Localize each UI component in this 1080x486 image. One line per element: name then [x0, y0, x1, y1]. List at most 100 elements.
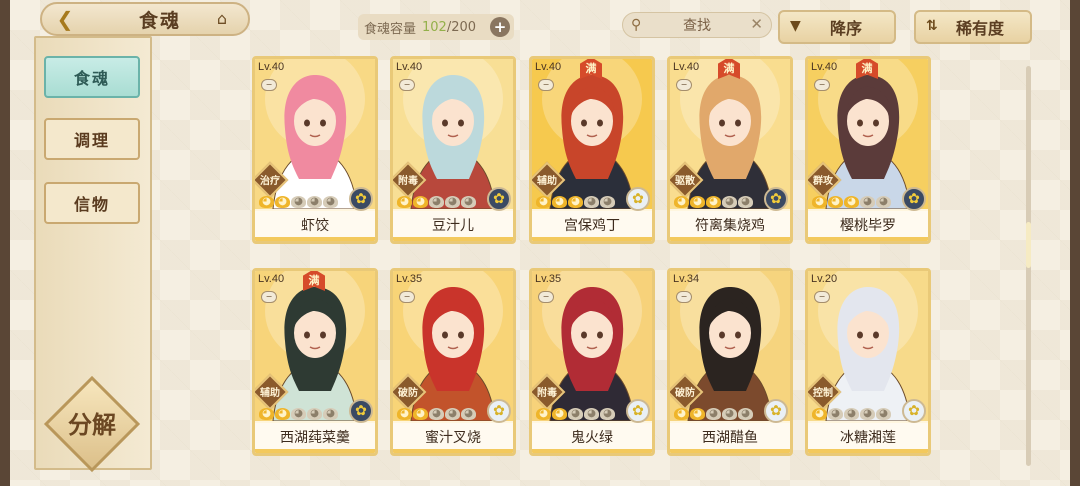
star-empty-icon: ◕ — [568, 408, 583, 420]
lock-toggle-icon[interactable]: − — [814, 291, 830, 303]
element-flower-icon: ✿ — [626, 399, 650, 423]
star-rating: ◕ ◕ ◕ ◕ ◕ — [536, 196, 615, 208]
star-empty-icon: ◕ — [461, 196, 476, 208]
star-empty-icon: ◕ — [307, 196, 322, 208]
capacity-label: 食魂容量 — [364, 21, 417, 37]
star-filled-icon: ◕ — [275, 196, 290, 208]
scrollbar-thumb[interactable] — [1026, 222, 1031, 268]
add-capacity-button[interactable]: + — [490, 17, 510, 37]
star-filled-icon: ◕ — [536, 196, 551, 208]
search-input[interactable]: ⚲ 查找 ✕ — [622, 12, 772, 38]
star-filled-icon: ◕ — [552, 196, 567, 208]
food-soul-card[interactable]: Lv.40 满 − 群攻 ◕ ◕ ◕ ◕ ◕ ✿ 樱桃毕罗 — [805, 56, 931, 244]
food-soul-card[interactable]: Lv.40− 附毒 ◕ ◕ ◕ ◕ ◕ ✿ 豆汁儿 — [390, 56, 516, 244]
star-filled-icon: ◕ — [674, 408, 689, 420]
star-rating: ◕ ◕ ◕ ◕ ◕ — [397, 408, 476, 420]
star-empty-icon: ◕ — [876, 196, 891, 208]
food-soul-card[interactable]: Lv.34− 破防 ◕ ◕ ◕ ◕ ◕ ✿ 西湖醋鱼 — [667, 268, 793, 456]
search-icon: ⚲ — [631, 17, 642, 33]
star-empty-icon: ◕ — [876, 408, 891, 420]
star-filled-icon: ◕ — [568, 196, 583, 208]
level-label: Lv.40 — [673, 61, 700, 73]
element-flower-icon: ✿ — [626, 187, 650, 211]
star-empty-icon: ◕ — [828, 408, 843, 420]
star-empty-icon: ◕ — [445, 196, 460, 208]
star-rating: ◕ ◕ ◕ ◕ ◕ — [259, 196, 338, 208]
sort-order-label: 降序 — [829, 19, 862, 38]
food-soul-card[interactable]: Lv.35− 破防 ◕ ◕ ◕ ◕ ◕ ✿ 蜜汁叉烧 — [390, 268, 516, 456]
lock-toggle-icon[interactable]: − — [676, 79, 692, 91]
star-filled-icon: ◕ — [413, 196, 428, 208]
level-label: Lv.40 — [396, 61, 423, 73]
plus-icon: + — [493, 18, 507, 36]
star-filled-icon: ◕ — [536, 408, 551, 420]
food-soul-card[interactable]: Lv.40 满 − 驱散 ◕ ◕ ◕ ◕ ◕ ✿ 符离集烧鸡 — [667, 56, 793, 244]
star-empty-icon: ◕ — [738, 408, 753, 420]
star-empty-icon: ◕ — [722, 408, 737, 420]
sort-order-button[interactable]: ▼ 降序 — [778, 10, 896, 44]
clear-search-icon[interactable]: ✕ — [750, 15, 763, 33]
card-bottom-bar — [808, 449, 928, 453]
element-flower-icon: ✿ — [764, 399, 788, 423]
level-label: Lv.40 — [258, 273, 285, 285]
element-flower-icon: ✿ — [487, 187, 511, 211]
lock-toggle-icon[interactable]: − — [538, 291, 554, 303]
search-placeholder: 查找 — [683, 18, 711, 34]
star-empty-icon: ◕ — [706, 408, 721, 420]
tab-tokens[interactable]: 信物 — [44, 182, 140, 224]
star-filled-icon: ◕ — [275, 408, 290, 420]
card-bottom-bar — [255, 237, 375, 241]
lock-toggle-icon[interactable]: − — [399, 291, 415, 303]
element-flower-icon: ✿ — [349, 187, 373, 211]
home-button[interactable]: ⌂ — [208, 6, 236, 30]
card-bottom-bar — [808, 237, 928, 241]
level-label: Lv.20 — [811, 273, 838, 285]
lock-toggle-icon[interactable]: − — [399, 79, 415, 91]
star-rating: ◕ ◕ ◕ ◕ ◕ — [259, 408, 338, 420]
back-button[interactable]: ❮ — [48, 4, 82, 34]
element-flower-icon: ✿ — [902, 187, 926, 211]
sort-by-button[interactable]: ⇅ 稀有度 — [914, 10, 1032, 44]
home-icon: ⌂ — [216, 8, 228, 28]
star-empty-icon: ◕ — [844, 408, 859, 420]
element-flower-icon: ✿ — [902, 399, 926, 423]
food-soul-card[interactable]: Lv.20− 控制 ◕ ◕ ◕ ◕ ◕ ✿ 冰糖湘莲 — [805, 268, 931, 456]
star-empty-icon: ◕ — [445, 408, 460, 420]
star-empty-icon: ◕ — [738, 196, 753, 208]
star-empty-icon: ◕ — [722, 196, 737, 208]
food-soul-card[interactable]: Lv.40 满 − 辅助 ◕ ◕ ◕ ◕ ◕ ✿ 宫保鸡丁 — [529, 56, 655, 244]
star-filled-icon: ◕ — [844, 196, 859, 208]
decompose-label: 分解 — [68, 411, 116, 439]
star-empty-icon: ◕ — [429, 408, 444, 420]
star-filled-icon: ◕ — [690, 196, 705, 208]
star-empty-icon: ◕ — [600, 408, 615, 420]
food-soul-card[interactable]: Lv.40− 治疗 ◕ ◕ ◕ ◕ ◕ ✿ 虾饺 — [252, 56, 378, 244]
role-label: 治疗 — [260, 176, 280, 187]
card-bottom-bar — [255, 449, 375, 453]
level-label: Lv.35 — [535, 273, 562, 285]
star-filled-icon: ◕ — [706, 196, 721, 208]
role-label: 群攻 — [813, 176, 833, 187]
element-flower-icon: ✿ — [349, 399, 373, 423]
lock-toggle-icon[interactable]: − — [261, 291, 277, 303]
lock-toggle-icon[interactable]: − — [676, 291, 692, 303]
tab-cooking[interactable]: 调理 — [44, 118, 140, 160]
star-empty-icon: ◕ — [323, 196, 338, 208]
star-filled-icon: ◕ — [828, 196, 843, 208]
page-title: 食魂 — [138, 10, 181, 32]
lock-toggle-icon[interactable]: − — [261, 79, 277, 91]
star-empty-icon: ◕ — [584, 196, 599, 208]
food-soul-card[interactable]: Lv.40 满 − 辅助 ◕ ◕ ◕ ◕ ◕ ✿ 西湖莼菜羹 — [252, 268, 378, 456]
capacity-max: /200 — [446, 19, 477, 35]
back-chevron-icon: ❮ — [56, 7, 74, 31]
tab-food-soul[interactable]: 食魂 — [44, 56, 140, 98]
lock-toggle-icon[interactable]: − — [538, 79, 554, 91]
star-filled-icon: ◕ — [259, 408, 274, 420]
star-empty-icon: ◕ — [307, 408, 322, 420]
lock-toggle-icon[interactable]: − — [814, 79, 830, 91]
star-filled-icon: ◕ — [413, 408, 428, 420]
star-empty-icon: ◕ — [291, 408, 306, 420]
level-label: Lv.40 — [258, 61, 285, 73]
star-empty-icon: ◕ — [429, 196, 444, 208]
food-soul-card[interactable]: Lv.35− 附毒 ◕ ◕ ◕ ◕ ◕ ✿ 鬼火绿 — [529, 268, 655, 456]
